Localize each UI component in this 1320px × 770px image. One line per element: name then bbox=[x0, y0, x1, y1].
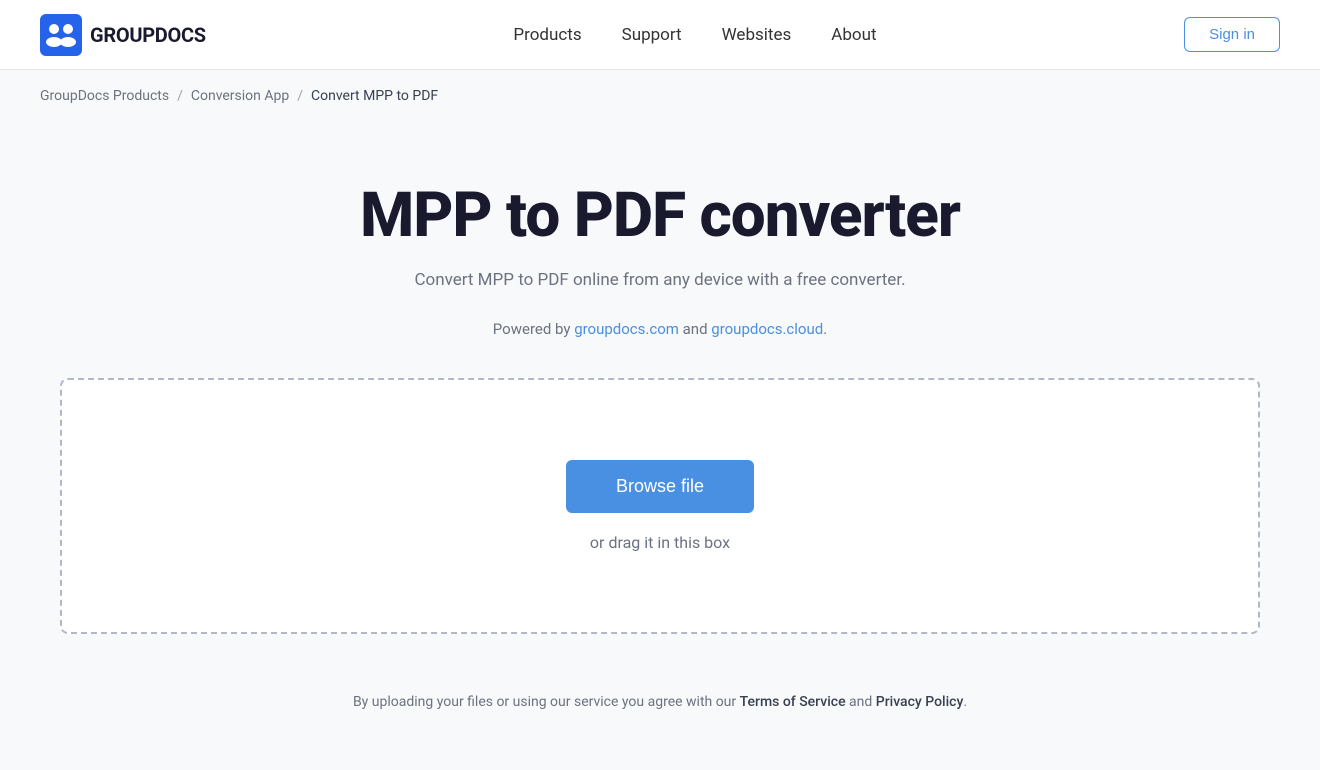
navbar: GROUPDOCS Products Support Websites Abou… bbox=[0, 0, 1320, 70]
breadcrumb: GroupDocs Products / Conversion App / Co… bbox=[0, 70, 1320, 122]
sign-in-button[interactable]: Sign in bbox=[1184, 17, 1280, 52]
terms-of-service-link[interactable]: Terms of Service bbox=[740, 694, 846, 710]
privacy-policy-link[interactable]: Privacy Policy bbox=[876, 694, 964, 710]
nav-websites[interactable]: Websites bbox=[722, 17, 792, 53]
main-content: MPP to PDF converter Convert MPP to PDF … bbox=[0, 122, 1320, 770]
groupdocs-com-link[interactable]: groupdocs.com bbox=[574, 320, 679, 338]
nav-support[interactable]: Support bbox=[622, 17, 682, 53]
breadcrumb-groupdocs-products[interactable]: GroupDocs Products bbox=[40, 88, 169, 104]
drag-drop-text: or drag it in this box bbox=[590, 533, 730, 552]
page-subtitle: Convert MPP to PDF online from any devic… bbox=[414, 270, 905, 290]
powered-by-prefix: Powered by bbox=[493, 320, 574, 338]
powered-by-and: and bbox=[679, 320, 711, 338]
breadcrumb-separator-2: / bbox=[297, 88, 303, 104]
powered-by-suffix: . bbox=[823, 320, 827, 338]
nav-about[interactable]: About bbox=[831, 17, 876, 53]
footer-note-prefix: By uploading your files or using our ser… bbox=[353, 694, 740, 710]
breadcrumb-conversion-app[interactable]: Conversion App bbox=[191, 88, 289, 104]
groupdocs-cloud-link[interactable]: groupdocs.cloud bbox=[711, 320, 823, 338]
footer-note-suffix: . bbox=[963, 694, 967, 710]
navbar-nav: Products Support Websites About bbox=[513, 17, 876, 53]
powered-by-text: Powered by groupdocs.com and groupdocs.c… bbox=[493, 320, 827, 338]
footer-note-and: and bbox=[846, 694, 876, 710]
logo-text: GROUPDOCS bbox=[90, 23, 206, 47]
page-title: MPP to PDF converter bbox=[360, 182, 960, 250]
upload-drop-zone[interactable]: Browse file or drag it in this box bbox=[60, 378, 1260, 634]
browse-file-button[interactable]: Browse file bbox=[566, 460, 754, 513]
breadcrumb-current: Convert MPP to PDF bbox=[311, 88, 438, 104]
groupdocs-logo-icon bbox=[40, 14, 82, 56]
navbar-logo-area: GROUPDOCS bbox=[40, 14, 206, 56]
breadcrumb-separator-1: / bbox=[177, 88, 183, 104]
footer-note: By uploading your files or using our ser… bbox=[313, 674, 1007, 730]
nav-products[interactable]: Products bbox=[513, 17, 581, 53]
navbar-actions: Sign in bbox=[1184, 17, 1280, 52]
